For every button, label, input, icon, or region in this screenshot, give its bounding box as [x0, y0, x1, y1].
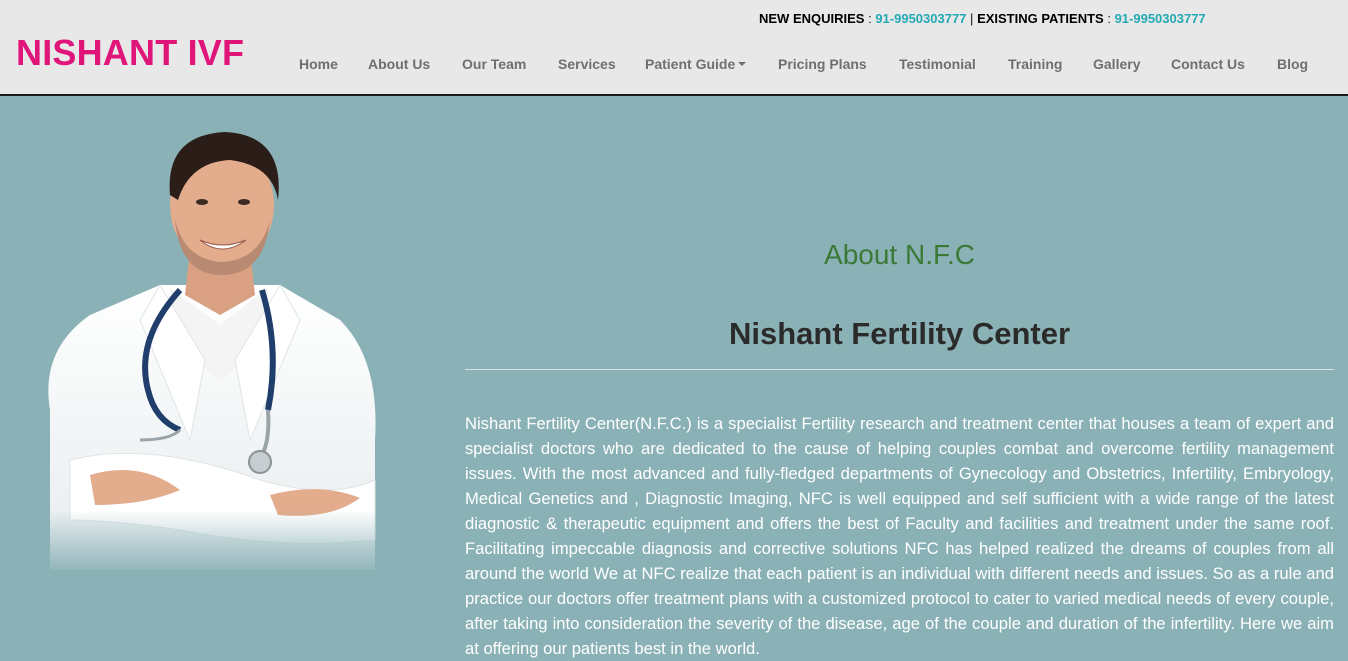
about-section: About N.F.C Nishant Fertility Center Nis… [0, 98, 1348, 658]
nav-our-team[interactable]: Our Team [462, 54, 526, 74]
caret-down-icon [738, 62, 747, 66]
about-paragraph: Nishant Fertility Center(N.F.C.) is a sp… [465, 414, 1334, 658]
nav-patient-guide-label: Patient Guide [645, 56, 736, 72]
nav-services[interactable]: Services [558, 54, 616, 74]
nav-blog[interactable]: Blog [1277, 54, 1308, 74]
page-heading: Nishant Fertility Center [728, 316, 1071, 351]
nav-contact-us[interactable]: Contact Us [1171, 54, 1245, 74]
nav-patient-guide[interactable]: Patient Guide [645, 54, 747, 74]
existing-patients-label: EXISTING PATIENTS [977, 11, 1104, 26]
doctor-image [30, 132, 380, 570]
main-nav: Home About Us Our Team Services Patient … [0, 54, 1348, 74]
nav-testimonial[interactable]: Testimonial [899, 54, 976, 74]
contact-bar: NEW ENQUIRIES : 91-9950303777 | EXISTING… [759, 11, 1206, 26]
new-enquiries-label: NEW ENQUIRIES [759, 11, 865, 26]
section-title: About N.F.C [824, 239, 975, 270]
heading-divider [465, 369, 1334, 370]
new-enquiries-phone[interactable]: 91-9950303777 [875, 11, 966, 26]
contact-separator: | [970, 11, 974, 26]
site-header: NISHANT IVF NEW ENQUIRIES : 91-995030377… [0, 0, 1348, 96]
nav-home[interactable]: Home [299, 54, 338, 74]
nav-about-us[interactable]: About Us [368, 54, 430, 74]
existing-patients-phone[interactable]: 91-9950303777 [1115, 11, 1206, 26]
nav-pricing-plans[interactable]: Pricing Plans [778, 54, 867, 74]
nav-training[interactable]: Training [1008, 54, 1062, 74]
nav-gallery[interactable]: Gallery [1093, 54, 1140, 74]
